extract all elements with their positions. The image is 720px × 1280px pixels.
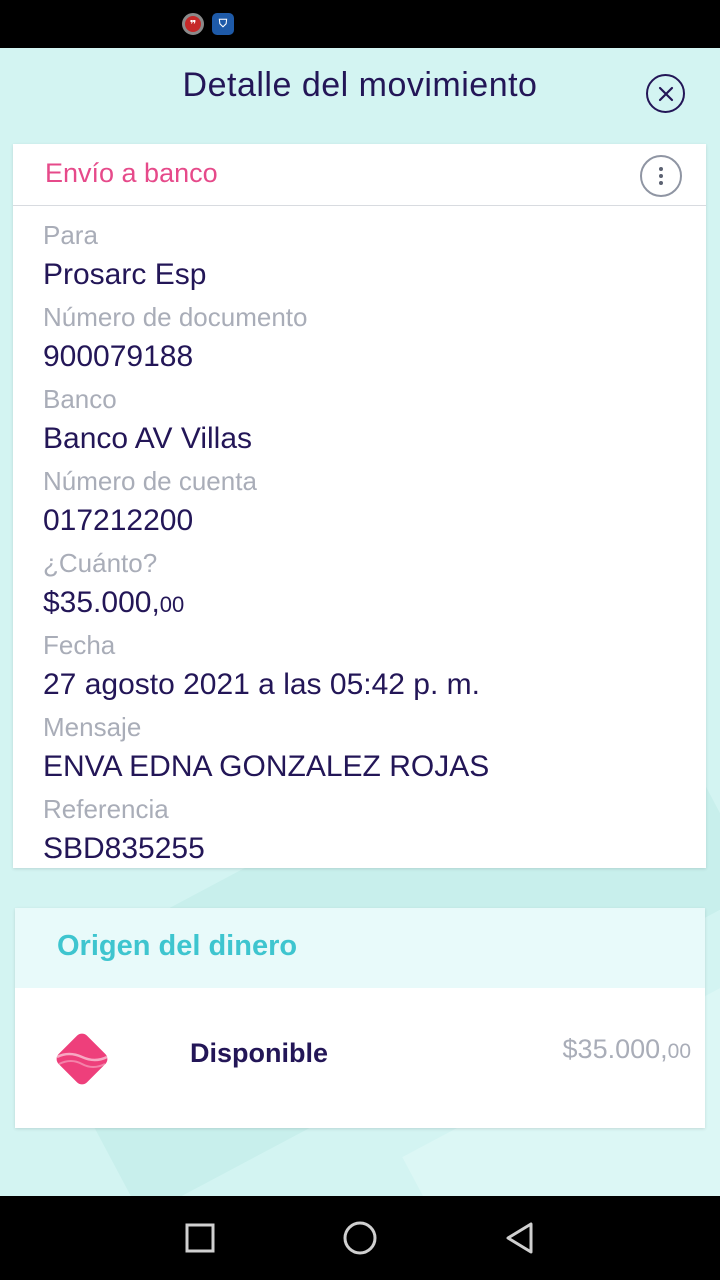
movement-type: Envío a banco — [45, 158, 218, 188]
origin-header: Origen del dinero — [15, 908, 705, 988]
field-recipient: Para Prosarc Esp — [43, 219, 206, 293]
more-options-icon — [659, 167, 663, 171]
field-value: Prosarc Esp — [43, 258, 207, 291]
field-label: Para — [43, 220, 98, 250]
field-label: Número de cuenta — [43, 466, 257, 496]
nav-back-button[interactable] — [502, 1220, 538, 1256]
close-icon — [658, 86, 673, 101]
field-label: Mensaje — [43, 712, 142, 742]
money-origin-card: Origen del dinero Disponible $35.000,00 — [15, 908, 705, 1128]
field-message: Mensaje ENVA EDNA GONZALEZ ROJAS — [43, 711, 489, 785]
field-value: ENVA EDNA GONZALEZ ROJAS — [43, 750, 490, 783]
nav-recents-icon — [185, 1223, 215, 1253]
movement-detail-card: Envío a banco Para Prosarc Esp Número de… — [13, 144, 706, 868]
card-header: Envío a banco — [13, 144, 706, 206]
field-value: $35.000,00 — [43, 585, 184, 623]
amount-main: $35.000, — [43, 586, 160, 619]
origin-amount-cents: 00 — [667, 1040, 691, 1063]
close-button[interactable] — [646, 74, 685, 113]
field-reference: Referencia SBD835255 — [43, 793, 205, 867]
amount-cents: 00 — [159, 592, 185, 617]
field-label: Fecha — [43, 630, 116, 660]
field-value: SBD835255 — [43, 832, 205, 865]
field-bank: Banco Banco AV Villas — [43, 383, 252, 457]
nav-recents-button[interactable] — [182, 1220, 218, 1256]
field-label: Referencia — [43, 794, 169, 824]
shield-notification-icon: ⛉ — [212, 13, 234, 35]
field-amount: ¿Cuánto? $35.000,00 — [43, 547, 184, 623]
more-options-button[interactable] — [640, 155, 682, 197]
app-screen: Detalle del movimiento Envío a banco Par… — [0, 48, 720, 1196]
field-label: ¿Cuánto? — [43, 548, 158, 578]
field-account-number: Número de cuenta 017212200 — [43, 465, 257, 539]
field-value: 27 agosto 2021 a las 05:42 p. m. — [43, 668, 480, 701]
notification-app-icon: ❞ — [182, 13, 204, 35]
field-value: 900079188 — [43, 340, 194, 373]
origin-amount-main: $35.000, — [562, 1034, 668, 1064]
field-label: Banco — [43, 384, 117, 414]
nav-back-icon — [506, 1222, 533, 1254]
origin-amount: $35.000,00 — [563, 1034, 691, 1065]
field-document-number: Número de documento 900079188 — [43, 301, 307, 375]
origin-source-name: Disponible — [190, 1038, 329, 1068]
field-date: Fecha 27 agosto 2021 a las 05:42 p. m. — [43, 629, 480, 703]
system-navigation-bar — [0, 1196, 720, 1280]
disponible-logo-icon — [56, 1033, 108, 1085]
origin-title: Origen del dinero — [57, 930, 298, 962]
page-title: Detalle del movimiento — [182, 66, 538, 104]
origin-source-row: Disponible $35.000,00 — [15, 988, 705, 1128]
nav-home-icon — [343, 1221, 377, 1255]
field-label: Número de documento — [43, 302, 308, 332]
nav-home-button[interactable] — [342, 1220, 378, 1256]
status-bar: ❞ ⛉ — [0, 0, 720, 48]
field-value: Banco AV Villas — [43, 422, 253, 455]
field-value: 017212200 — [43, 504, 194, 537]
